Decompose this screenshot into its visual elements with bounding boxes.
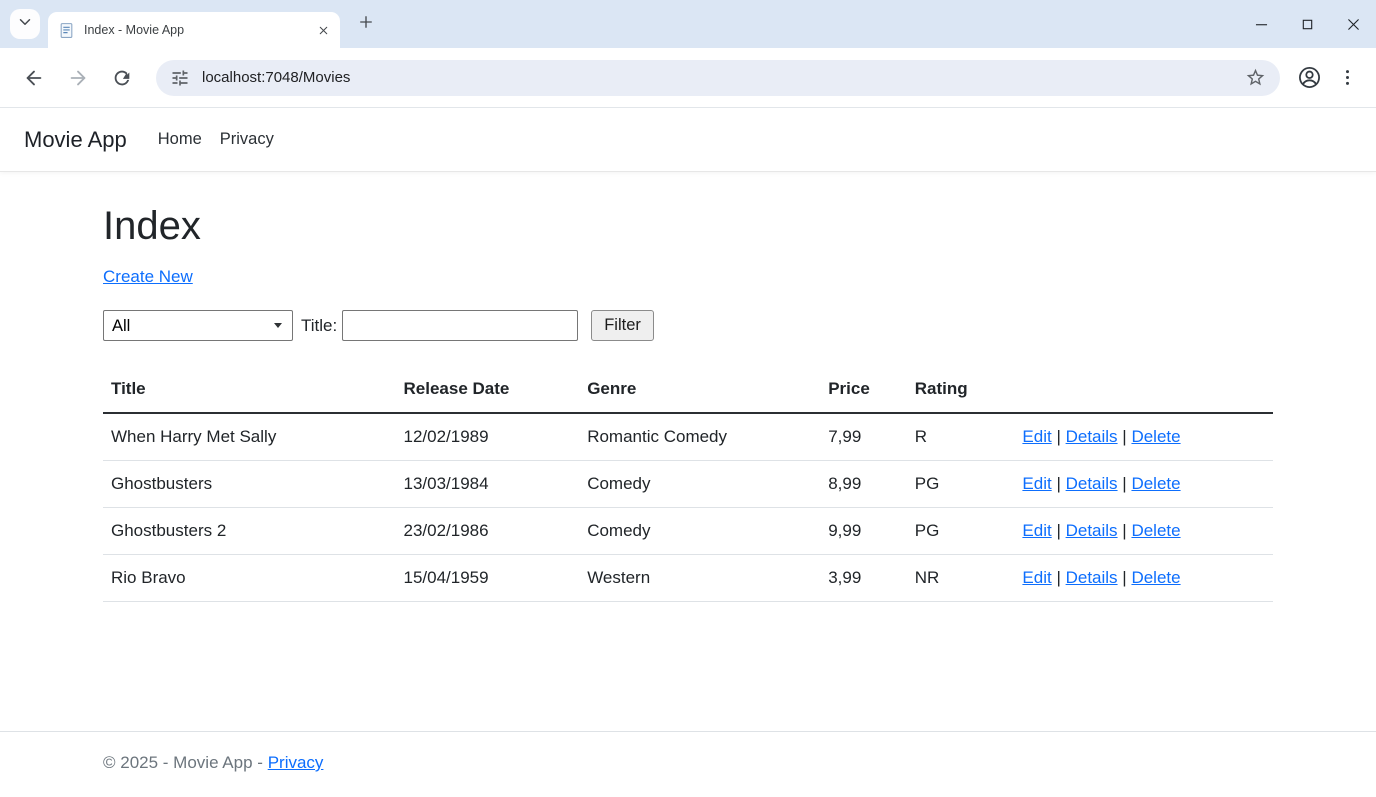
footer-privacy-link[interactable]: Privacy (268, 753, 324, 772)
details-link[interactable]: Details (1066, 474, 1118, 493)
action-separator: | (1122, 427, 1126, 446)
page-title: Index (103, 202, 1273, 250)
tab-search-button[interactable] (10, 9, 40, 39)
edit-link[interactable]: Edit (1022, 474, 1051, 493)
site-info-icon[interactable] (170, 68, 190, 88)
cell-genre: Western (579, 555, 820, 602)
plus-icon (357, 13, 375, 36)
genre-select-wrap: All (103, 310, 293, 341)
cell-rating: R (907, 413, 1015, 461)
back-button[interactable] (14, 58, 54, 98)
page-favicon-icon (58, 22, 75, 39)
new-tab-button[interactable] (352, 10, 380, 38)
web-page: Movie App Home Privacy Index Create New … (0, 108, 1376, 797)
cell-genre: Comedy (579, 508, 820, 555)
cell-price: 3,99 (820, 555, 907, 602)
header-actions (1014, 369, 1273, 413)
cell-genre: Comedy (579, 461, 820, 508)
browser-menu-icon[interactable] (1328, 59, 1366, 97)
action-separator: | (1056, 521, 1060, 540)
table-row: Ghostbusters 2 23/02/1986 Comedy 9,99 PG… (103, 508, 1273, 555)
cell-release-date: 13/03/1984 (396, 461, 580, 508)
reload-button[interactable] (102, 58, 142, 98)
create-new-link[interactable]: Create New (103, 267, 193, 287)
cell-rating: NR (907, 555, 1015, 602)
delete-link[interactable]: Delete (1131, 521, 1180, 540)
details-link[interactable]: Details (1066, 427, 1118, 446)
copyright-text: © 2025 - Movie App - (103, 753, 263, 772)
edit-link[interactable]: Edit (1022, 568, 1051, 587)
movies-table: Title Release Date Genre Price Rating Wh… (103, 369, 1273, 602)
close-window-button[interactable] (1330, 0, 1376, 48)
title-filter-input[interactable] (342, 310, 578, 341)
minimize-button[interactable] (1238, 0, 1284, 48)
delete-link[interactable]: Delete (1131, 568, 1180, 587)
edit-link[interactable]: Edit (1022, 427, 1051, 446)
forward-button[interactable] (58, 58, 98, 98)
cell-release-date: 23/02/1986 (396, 508, 580, 555)
toolbar-right-controls (1290, 59, 1366, 97)
row-actions: Edit | Details | Delete (1014, 461, 1273, 508)
nav-link-home[interactable]: Home (149, 122, 211, 157)
table-row: When Harry Met Sally 12/02/1989 Romantic… (103, 413, 1273, 461)
chevron-down-icon (16, 13, 34, 36)
cell-release-date: 15/04/1959 (396, 555, 580, 602)
navbar-brand[interactable]: Movie App (24, 127, 127, 153)
site-footer: © 2025 - Movie App - Privacy (0, 731, 1376, 797)
cell-title: Rio Bravo (103, 555, 396, 602)
cell-title: When Harry Met Sally (103, 413, 396, 461)
edit-link[interactable]: Edit (1022, 521, 1051, 540)
cell-rating: PG (907, 461, 1015, 508)
bookmark-star-icon[interactable] (1245, 67, 1266, 88)
filter-button[interactable]: Filter (591, 310, 654, 341)
delete-link[interactable]: Delete (1131, 427, 1180, 446)
action-separator: | (1122, 521, 1126, 540)
cell-title: Ghostbusters 2 (103, 508, 396, 555)
action-separator: | (1056, 474, 1060, 493)
tab-close-icon[interactable] (314, 21, 332, 39)
browser-window: Index - Movie App (0, 0, 1376, 108)
cell-price: 7,99 (820, 413, 907, 461)
browser-toolbar: localhost:7048/Movies (0, 48, 1376, 108)
profile-avatar-button[interactable] (1290, 59, 1328, 97)
action-separator: | (1056, 568, 1060, 587)
filter-form: All Title: Filter (103, 310, 1273, 341)
header-genre: Genre (579, 369, 820, 413)
maximize-button[interactable] (1284, 0, 1330, 48)
header-price: Price (820, 369, 907, 413)
genre-select[interactable]: All (103, 310, 293, 341)
page-main: Index Create New All Title: Filter (0, 172, 1376, 731)
window-controls (1238, 0, 1376, 48)
title-filter-label: Title: (301, 316, 337, 336)
cell-release-date: 12/02/1989 (396, 413, 580, 461)
action-separator: | (1122, 474, 1126, 493)
address-bar[interactable]: localhost:7048/Movies (156, 60, 1280, 96)
table-row: Rio Bravo 15/04/1959 Western 3,99 NR Edi… (103, 555, 1273, 602)
table-header-row: Title Release Date Genre Price Rating (103, 369, 1273, 413)
cell-rating: PG (907, 508, 1015, 555)
header-title: Title (103, 369, 396, 413)
action-separator: | (1122, 568, 1126, 587)
header-release-date: Release Date (396, 369, 580, 413)
browser-tab[interactable]: Index - Movie App (48, 12, 340, 48)
url-text: localhost:7048/Movies (202, 69, 1245, 86)
row-actions: Edit | Details | Delete (1014, 555, 1273, 602)
cell-genre: Romantic Comedy (579, 413, 820, 461)
site-navbar: Movie App Home Privacy (0, 108, 1376, 172)
details-link[interactable]: Details (1066, 521, 1118, 540)
cell-price: 8,99 (820, 461, 907, 508)
header-rating: Rating (907, 369, 1015, 413)
table-row: Ghostbusters 13/03/1984 Comedy 8,99 PG E… (103, 461, 1273, 508)
cell-price: 9,99 (820, 508, 907, 555)
tab-title: Index - Movie App (84, 23, 314, 37)
row-actions: Edit | Details | Delete (1014, 413, 1273, 461)
action-separator: | (1056, 427, 1060, 446)
nav-link-privacy[interactable]: Privacy (211, 122, 283, 157)
tab-strip: Index - Movie App (0, 0, 1376, 48)
details-link[interactable]: Details (1066, 568, 1118, 587)
cell-title: Ghostbusters (103, 461, 396, 508)
delete-link[interactable]: Delete (1131, 474, 1180, 493)
row-actions: Edit | Details | Delete (1014, 508, 1273, 555)
